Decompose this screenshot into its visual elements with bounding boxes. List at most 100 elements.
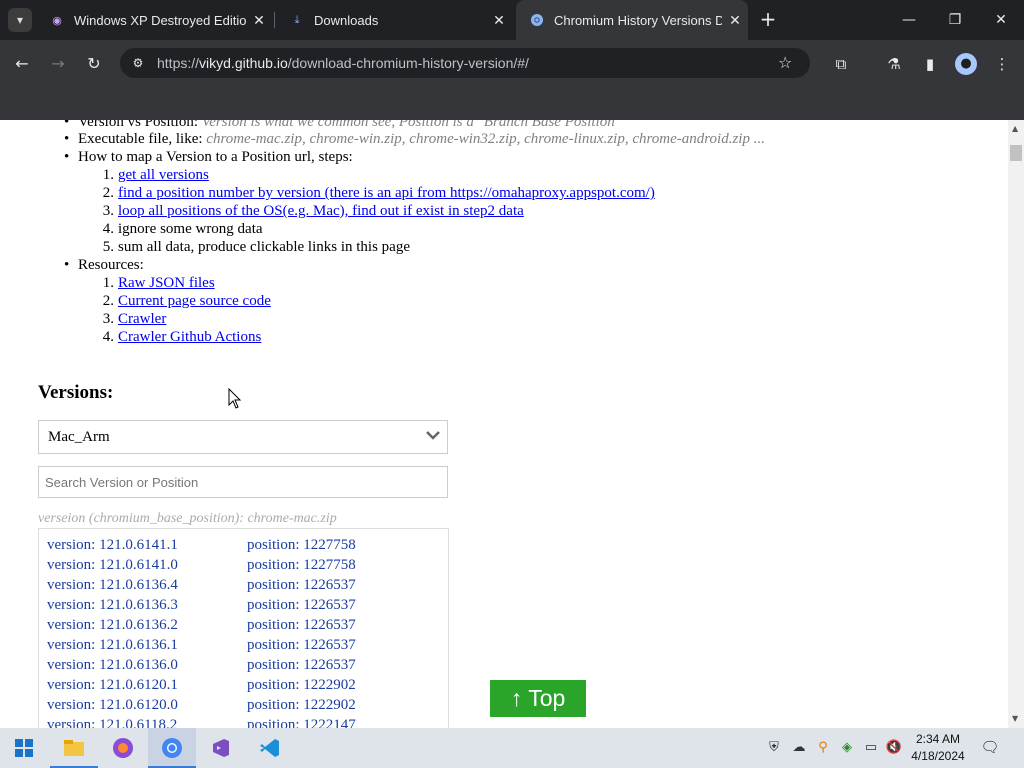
search-magnifier-icon[interactable]: ⚲: [814, 739, 832, 757]
version-link[interactable]: version: 121.0.6136.2: [47, 617, 178, 634]
version-link[interactable]: version: 121.0.6120.1: [47, 677, 178, 694]
step-link[interactable]: loop all positions of the OS(e.g. Mac), …: [118, 202, 524, 220]
table-row[interactable]: version: 121.0.6120.0 position: 1222902: [47, 697, 437, 717]
close-icon[interactable]: ✕: [722, 12, 748, 29]
version-link[interactable]: version: 121.0.6136.3: [47, 597, 178, 614]
scroll-up-arrow-icon[interactable]: ▲: [1012, 124, 1018, 133]
labs-flask-icon[interactable]: ⚗: [882, 52, 906, 76]
firefox-icon[interactable]: [99, 728, 147, 768]
step-link[interactable]: get all versions: [118, 166, 209, 184]
position-link[interactable]: position: 1227758: [247, 537, 356, 554]
windows-taskbar: ⛨ ☁ ⚲ ◈ ▭ 🔇 2:34 AM 4/18/2024 🗨: [0, 728, 1024, 768]
back-to-top-button[interactable]: ↑ Top: [490, 680, 586, 717]
version-link[interactable]: version: 121.0.6141.1: [47, 537, 178, 554]
system-clock[interactable]: 2:34 AM 4/18/2024: [910, 731, 966, 765]
vscode-icon[interactable]: [246, 728, 294, 768]
close-icon[interactable]: ✕: [246, 12, 272, 29]
tab-windows-xp[interactable]: ◉ Windows XP Destroyed Editio ✕: [36, 0, 272, 40]
clock-time: 2:34 AM: [915, 732, 961, 746]
position-link[interactable]: position: 1222902: [247, 697, 356, 714]
file-explorer-icon[interactable]: [50, 728, 98, 768]
os-select-value: Mac_Arm: [48, 429, 110, 445]
version-link[interactable]: version: 121.0.6136.0: [47, 657, 178, 674]
version-link[interactable]: version: 121.0.6118.2: [47, 717, 177, 728]
version-link[interactable]: version: 121.0.6136.4: [47, 577, 178, 594]
close-window-button[interactable]: ✕: [978, 0, 1024, 40]
tab-search-button[interactable]: ▾: [8, 8, 32, 32]
network-globe-icon[interactable]: ◈: [838, 739, 856, 757]
versions-heading: Versions:: [38, 382, 114, 403]
version-link[interactable]: version: 121.0.6136.1: [47, 637, 178, 654]
position-link[interactable]: position: 1226537: [247, 617, 356, 634]
step-link[interactable]: find a position number by version (there…: [118, 184, 655, 202]
page-scrollbar[interactable]: ▲ ▼: [1008, 120, 1024, 728]
tab-chromium-history[interactable]: Chromium History Versions Do ✕: [516, 0, 748, 40]
tab-divider: [274, 12, 275, 28]
minimize-button[interactable]: —: [886, 0, 932, 40]
tab-title: Downloads: [314, 12, 379, 28]
reload-button[interactable]: ↻: [82, 52, 106, 76]
close-icon[interactable]: ✕: [486, 12, 512, 29]
step-number: 1.: [102, 167, 114, 183]
extensions-icon[interactable]: ⧉: [829, 52, 853, 76]
version-search-box: [38, 466, 448, 498]
position-link[interactable]: position: 1226537: [247, 657, 356, 674]
resource-link-raw-json[interactable]: Raw JSON files: [118, 274, 215, 292]
resource-link-crawler[interactable]: Crawler: [118, 310, 166, 328]
start-button[interactable]: [0, 728, 48, 768]
profile-avatar[interactable]: ●: [955, 53, 977, 75]
new-tab-button[interactable]: +: [756, 8, 780, 32]
table-row[interactable]: version: 121.0.6118.2 position: 1222147: [47, 717, 437, 728]
table-row[interactable]: version: 121.0.6136.2 position: 1226537: [47, 617, 437, 637]
resource-link-source-code[interactable]: Current page source code: [118, 292, 271, 310]
chrome-taskbar-icon[interactable]: [148, 728, 196, 768]
forward-button[interactable]: →: [46, 52, 70, 76]
table-row[interactable]: version: 121.0.6136.0 position: 1226537: [47, 657, 437, 677]
tab-title: Chromium History Versions Do: [554, 12, 722, 28]
address-bar[interactable]: ⚙ https://vikyd.github.io/download-chrom…: [120, 48, 810, 78]
visual-studio-icon[interactable]: [197, 728, 245, 768]
version-search-input[interactable]: [39, 467, 447, 497]
disc-icon: ◉: [52, 14, 62, 27]
page-content: Version vs Position: Version is what we …: [0, 120, 1008, 728]
windows-logo-icon: [15, 739, 33, 757]
table-row[interactable]: version: 121.0.6141.1 position: 1227758: [47, 537, 437, 557]
os-select[interactable]: Mac_Arm: [38, 420, 448, 454]
chromium-icon: [530, 13, 544, 27]
restore-button[interactable]: ❐: [932, 0, 978, 40]
cloud-offline-icon[interactable]: ☁: [790, 739, 808, 757]
volume-muted-icon[interactable]: 🔇: [885, 739, 903, 757]
table-row[interactable]: version: 121.0.6136.3 position: 1226537: [47, 597, 437, 617]
site-info-icon[interactable]: ⚙: [130, 55, 146, 71]
position-link[interactable]: position: 1222147: [247, 717, 356, 728]
version-link[interactable]: version: 121.0.6141.0: [47, 557, 178, 574]
position-link[interactable]: position: 1226537: [247, 577, 356, 594]
bookmark-star-icon[interactable]: ☆: [778, 53, 792, 72]
step-number: 5.: [102, 239, 114, 255]
network-monitor-icon[interactable]: ▭: [862, 739, 880, 757]
side-panel-icon[interactable]: ▮: [918, 52, 942, 76]
position-link[interactable]: position: 1226537: [247, 637, 356, 654]
scroll-down-arrow-icon[interactable]: ▼: [1012, 714, 1018, 723]
url-text[interactable]: https://vikyd.github.io/download-chromiu…: [157, 55, 529, 71]
resource-link-crawler-actions[interactable]: Crawler Github Actions: [118, 328, 261, 346]
download-icon: ⤓: [294, 13, 300, 26]
resource-number: 2.: [102, 293, 114, 309]
scrollbar-thumb[interactable]: [1010, 145, 1022, 161]
position-link[interactable]: position: 1227758: [247, 557, 356, 574]
position-link[interactable]: position: 1222902: [247, 677, 356, 694]
tab-downloads[interactable]: ⤓ Downloads ✕: [276, 0, 512, 40]
step-text: sum all data, produce clickable links in…: [118, 239, 411, 255]
chevron-down-icon: [425, 427, 441, 443]
table-row[interactable]: version: 121.0.6136.1 position: 1226537: [47, 637, 437, 657]
table-row[interactable]: version: 121.0.6136.4 position: 1226537: [47, 577, 437, 597]
table-row[interactable]: version: 121.0.6120.1 position: 1222902: [47, 677, 437, 697]
notification-center-icon[interactable]: 🗨: [980, 738, 1000, 756]
position-link[interactable]: position: 1226537: [247, 597, 356, 614]
security-shield-icon[interactable]: ⛨: [765, 739, 783, 757]
back-button[interactable]: ←: [10, 52, 34, 76]
version-link[interactable]: version: 121.0.6120.0: [47, 697, 178, 714]
table-row[interactable]: version: 121.0.6141.0 position: 1227758: [47, 557, 437, 577]
menu-kebab-icon[interactable]: ⋮: [990, 52, 1014, 76]
bookmark-bar: [0, 86, 1024, 120]
